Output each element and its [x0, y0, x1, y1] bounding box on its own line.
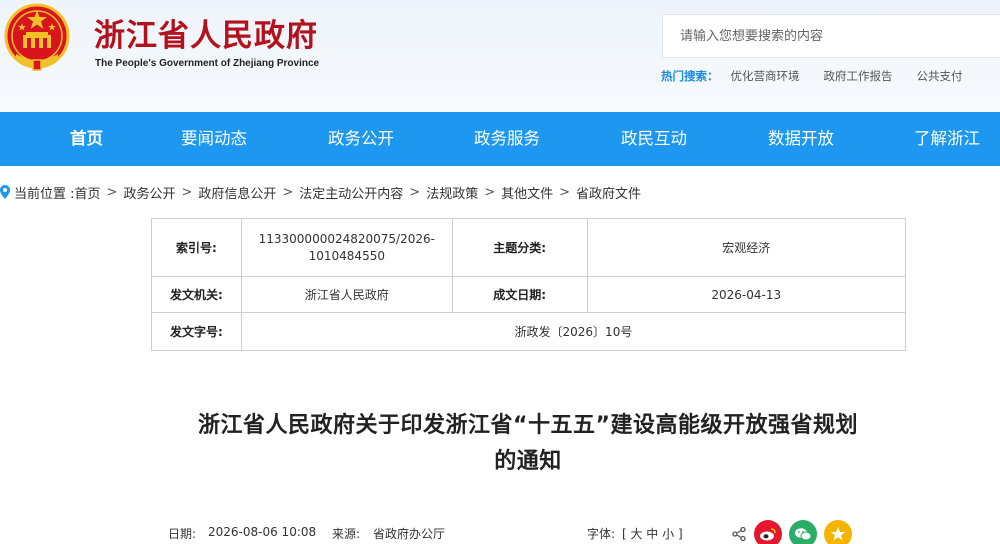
document-number-value: 浙政发〔2026〕10号: [240, 312, 907, 351]
hot-search-link[interactable]: 优化营商环境: [731, 69, 800, 83]
breadcrumb-item[interactable]: 首页: [75, 183, 101, 202]
table-row: 发文字号: 浙政发〔2026〕10号: [151, 312, 907, 351]
location-pin-icon: [0, 185, 10, 199]
font-size-control[interactable]: [ 大 中 小 ]: [622, 525, 683, 542]
table-row: 索引号: 113300000024820075/2026-1010484550 …: [151, 218, 907, 277]
site-subtitle: The People's Government of Zhejiang Prov…: [95, 58, 320, 69]
date-label: 日期:: [168, 527, 197, 541]
weibo-share-button[interactable]: [754, 520, 782, 544]
nav-item-news[interactable]: 要闻动态: [181, 112, 247, 166]
weibo-icon: [760, 528, 776, 541]
index-number-value: 113300000024820075/2026-1010484550: [240, 218, 453, 277]
nav-item-about-zhejiang[interactable]: 了解浙江: [914, 112, 980, 166]
topic-label: 主题分类:: [451, 218, 588, 277]
font-size-label: 字体:: [587, 527, 616, 541]
search-input[interactable]: [663, 15, 1000, 57]
favorite-button[interactable]: [824, 520, 852, 544]
nav-item-interaction[interactable]: 政民互动: [621, 112, 687, 166]
hot-search-row: 热门搜索： 优化营商环境 政府工作报告 公共支付: [661, 68, 1000, 86]
article-title: 浙江省人民政府关于印发浙江省“十五五”建设高能级开放强省规划 的通知: [120, 408, 936, 480]
breadcrumb-item[interactable]: 法规政策: [426, 183, 478, 202]
nav-item-gov-affairs-open[interactable]: 政务公开: [328, 112, 394, 166]
search-box: [662, 14, 1000, 58]
breadcrumb-item[interactable]: 政务公开: [123, 183, 175, 202]
breadcrumb-separator: >: [282, 184, 294, 200]
table-row: 发文机关: 浙江省人民政府 成文日期: 2026-04-13: [151, 276, 907, 313]
breadcrumb-item[interactable]: 其他文件: [501, 183, 553, 202]
site-header: 浙江省人民政府 The People's Government of Zheji…: [0, 0, 1000, 112]
source-value: 省政府办公厅: [373, 527, 446, 541]
nav-item-home[interactable]: 首页: [70, 112, 103, 166]
article-info-row: 日期: 2026-08-06 10:08 来源: 省政府办公厅 字体: [ 大 …: [0, 520, 1000, 544]
breadcrumb-item[interactable]: 省政府文件: [576, 183, 641, 202]
breadcrumb-item[interactable]: 法定主动公开内容: [299, 183, 403, 202]
wechat-share-button[interactable]: [789, 520, 817, 544]
breadcrumb-prefix: 当前位置 :: [14, 186, 75, 202]
share-icon[interactable]: [732, 527, 746, 541]
breadcrumb-separator: >: [484, 184, 496, 200]
index-number-label: 索引号:: [151, 218, 242, 277]
hot-search-label: 热门搜索：: [661, 69, 719, 83]
written-date-value: 2026-04-13: [586, 276, 907, 313]
breadcrumb: 当前位置 : 首页 > 政务公开 > 政府信息公开 > 法定主动公开内容 > 法…: [0, 182, 641, 202]
issuer-label: 发文机关:: [151, 276, 242, 313]
breadcrumb-separator: >: [106, 184, 118, 200]
nav-item-gov-services[interactable]: 政务服务: [474, 112, 540, 166]
nav-item-open-data[interactable]: 数据开放: [768, 112, 834, 166]
breadcrumb-separator: >: [181, 184, 193, 200]
breadcrumb-separator: >: [559, 184, 571, 200]
source-label: 来源:: [332, 527, 361, 541]
breadcrumb-item[interactable]: 政府信息公开: [198, 183, 276, 202]
topic-value: 宏观经济: [586, 218, 907, 277]
issuer-value: 浙江省人民政府: [240, 276, 453, 313]
article-title-line: 的通知: [494, 449, 562, 474]
star-icon: [830, 527, 846, 541]
document-number-label: 发文字号:: [151, 312, 242, 351]
publish-date: 2026-08-06 10:08: [208, 525, 317, 539]
site-title: 浙江省人民政府: [94, 18, 318, 54]
main-nav: 首页 要闻动态 政务公开 政务服务 政民互动 数据开放 了解浙江: [0, 112, 1000, 166]
breadcrumb-separator: >: [409, 184, 421, 200]
hot-search-link[interactable]: 公共支付: [917, 69, 963, 83]
written-date-label: 成文日期:: [451, 276, 588, 313]
hot-search-link[interactable]: 政府工作报告: [824, 69, 893, 83]
document-meta-table: 索引号: 113300000024820075/2026-1010484550 …: [151, 218, 907, 351]
wechat-icon: [795, 528, 812, 541]
national-emblem-icon: [4, 3, 70, 71]
article-title-line: 浙江省人民政府关于印发浙江省“十五五”建设高能级开放强省规划: [198, 413, 858, 438]
